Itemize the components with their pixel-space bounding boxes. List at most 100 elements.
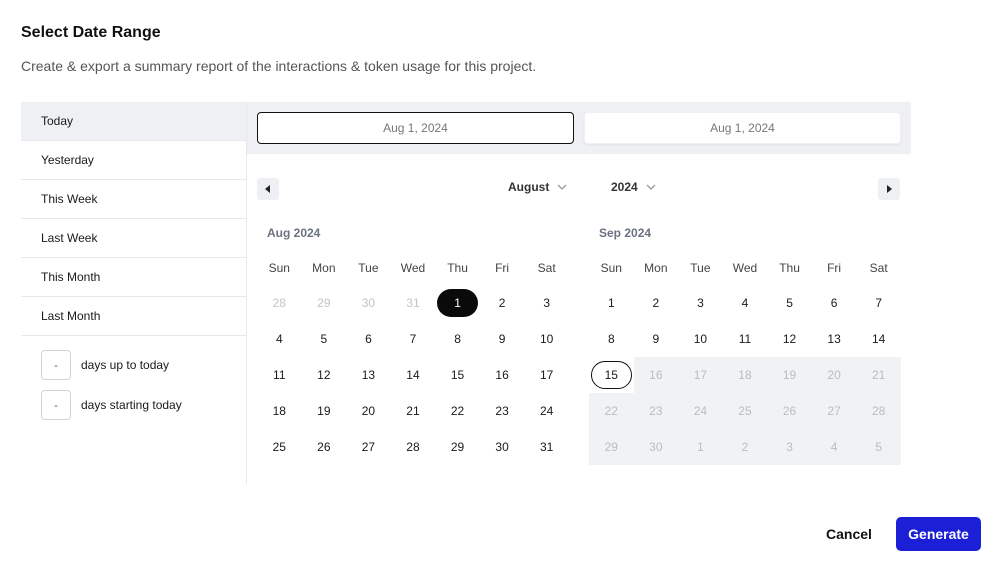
day-cell[interactable]: 5 xyxy=(767,285,812,321)
day-cell[interactable]: 31 xyxy=(391,285,436,321)
day-cell: 21 xyxy=(856,357,901,393)
day-cell[interactable]: 21 xyxy=(391,393,436,429)
day-number: 11 xyxy=(273,368,286,382)
weekday-label: Sun xyxy=(600,261,622,275)
day-cell[interactable]: 6 xyxy=(812,285,857,321)
year-select[interactable]: 2024 xyxy=(611,180,656,194)
start-date-input[interactable]: Aug 1, 2024 xyxy=(257,112,574,144)
day-number: 5 xyxy=(786,296,793,310)
day-number: 26 xyxy=(317,440,331,454)
day-cell[interactable]: 2 xyxy=(634,285,679,321)
day-cell[interactable]: 2 xyxy=(480,285,525,321)
day-cell[interactable]: 7 xyxy=(391,321,436,357)
day-cell[interactable]: 15 xyxy=(435,357,480,393)
day-number: 4 xyxy=(275,332,283,346)
weekday-label: Fri xyxy=(495,261,510,275)
day-cell-selected[interactable]: 1 xyxy=(435,285,480,321)
day-cell[interactable]: 4 xyxy=(723,285,768,321)
month-title: Aug 2024 xyxy=(267,226,321,240)
day-cell[interactable]: 19 xyxy=(302,393,347,429)
day-cell[interactable]: 29 xyxy=(435,429,480,465)
day-cell[interactable]: 7 xyxy=(856,285,901,321)
day-cell[interactable]: 6 xyxy=(346,321,391,357)
chevron-down-icon xyxy=(557,184,567,190)
day-cell[interactable]: 5 xyxy=(302,321,347,357)
day-cell[interactable]: 11 xyxy=(257,357,302,393)
day-cell[interactable]: 30 xyxy=(346,285,391,321)
day-cell[interactable]: 11 xyxy=(723,321,768,357)
end-date-input[interactable]: Aug 1, 2024 xyxy=(584,112,901,144)
day-cell[interactable]: 10 xyxy=(678,321,723,357)
day-cell: 29 xyxy=(589,429,634,465)
preset-this-week[interactable]: This Week xyxy=(21,180,246,219)
day-cell[interactable]: 9 xyxy=(634,321,679,357)
day-number: 12 xyxy=(317,368,331,382)
preset-today[interactable]: Today xyxy=(21,102,246,141)
day-cell[interactable]: 12 xyxy=(302,357,347,393)
prev-month-button[interactable] xyxy=(257,178,279,200)
day-number: 9 xyxy=(498,332,506,346)
day-cell[interactable]: 12 xyxy=(767,321,812,357)
dialog-subtitle: Create & export a summary report of the … xyxy=(21,58,537,74)
day-cell: 5 xyxy=(856,429,901,465)
day-cell[interactable]: 3 xyxy=(678,285,723,321)
day-cell[interactable]: 14 xyxy=(391,357,436,393)
day-cell[interactable]: 24 xyxy=(524,393,569,429)
day-cell[interactable]: 14 xyxy=(856,321,901,357)
day-number: 3 xyxy=(543,296,550,310)
day-number: 4 xyxy=(741,296,749,310)
day-cell-today[interactable]: 15 xyxy=(589,357,634,393)
day-cell[interactable]: 31 xyxy=(524,429,569,465)
day-cell[interactable]: 3 xyxy=(524,285,569,321)
preset-last-month[interactable]: Last Month xyxy=(21,297,246,336)
day-cell[interactable]: 9 xyxy=(480,321,525,357)
month-select[interactable]: August xyxy=(508,180,567,194)
day-cell[interactable]: 20 xyxy=(346,393,391,429)
preset-last-week[interactable]: Last Week xyxy=(21,219,246,258)
day-cell[interactable]: 29 xyxy=(302,285,347,321)
day-number: 29 xyxy=(317,296,331,310)
day-cell: 26 xyxy=(767,393,812,429)
day-cell[interactable]: 30 xyxy=(480,429,525,465)
day-cell[interactable]: 4 xyxy=(257,321,302,357)
day-cell[interactable]: 26 xyxy=(302,429,347,465)
day-cell[interactable]: 16 xyxy=(480,357,525,393)
weekday-label: Mon xyxy=(644,261,668,275)
cancel-button[interactable]: Cancel xyxy=(812,517,886,551)
preset-list: Today Yesterday This Week Last Week This Mon… xyxy=(21,102,247,484)
month-calendar-september: Sep 2024 Sun Mon Tue Wed Thu Fri Sat 123456789… xyxy=(589,226,901,465)
preset-yesterday[interactable]: Yesterday xyxy=(21,141,246,180)
day-cell[interactable]: 18 xyxy=(257,393,302,429)
day-cell[interactable]: 8 xyxy=(435,321,480,357)
day-cell[interactable]: 8 xyxy=(589,321,634,357)
day-cell[interactable]: 23 xyxy=(480,393,525,429)
day-cell[interactable]: 13 xyxy=(812,321,857,357)
day-cell[interactable]: 1 xyxy=(589,285,634,321)
day-number: 19 xyxy=(782,368,797,382)
day-cell[interactable]: 28 xyxy=(391,429,436,465)
day-cell[interactable]: 10 xyxy=(524,321,569,357)
day-cell[interactable]: 27 xyxy=(346,429,391,465)
generate-button[interactable]: Generate xyxy=(896,517,981,551)
day-cell[interactable]: 13 xyxy=(346,357,391,393)
day-number: 8 xyxy=(454,332,461,346)
chevron-down-icon xyxy=(646,184,656,190)
day-number: 6 xyxy=(365,332,372,346)
day-number: 25 xyxy=(272,440,286,454)
day-cell: 4 xyxy=(811,429,857,465)
day-cell[interactable]: 25 xyxy=(257,429,302,465)
day-number: 3 xyxy=(697,296,704,310)
weekday-label: Wed xyxy=(400,261,426,275)
day-number: 30 xyxy=(495,440,509,454)
day-cell[interactable]: 22 xyxy=(435,393,480,429)
day-number: 10 xyxy=(693,332,708,346)
day-cell[interactable]: 17 xyxy=(524,357,569,393)
next-month-button[interactable] xyxy=(878,178,900,200)
day-number: 27 xyxy=(361,440,376,454)
days-starting-today-input[interactable]: - xyxy=(41,390,71,420)
day-cell[interactable]: 28 xyxy=(257,285,302,321)
week-row: 18 19 20 21 22 23 24 xyxy=(257,393,569,429)
preset-this-month[interactable]: This Month xyxy=(21,258,246,297)
day-number: 31 xyxy=(406,296,420,310)
days-up-to-today-input[interactable]: - xyxy=(41,350,71,380)
